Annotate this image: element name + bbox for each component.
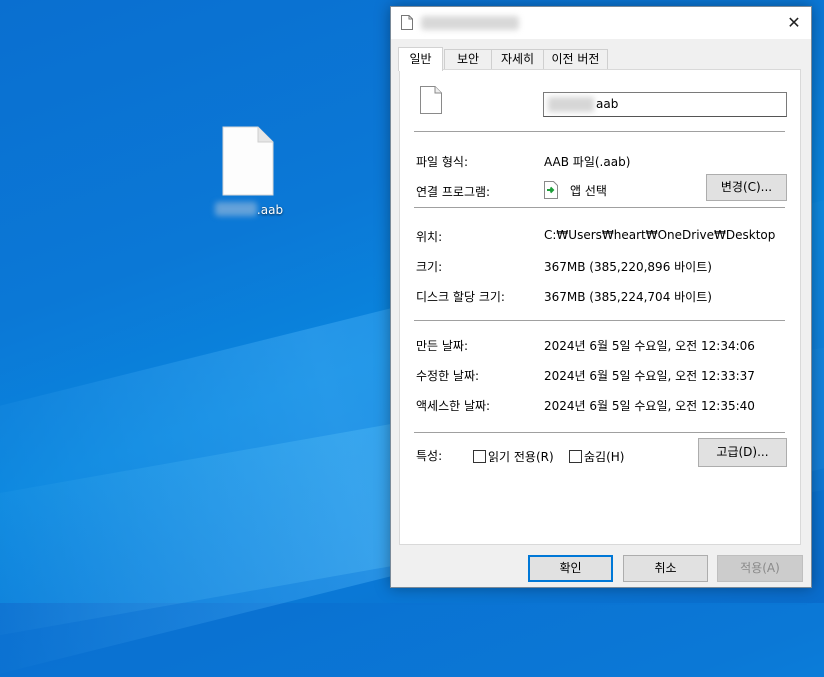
app-select-icon [544, 181, 558, 199]
separator [414, 320, 785, 321]
separator [414, 432, 785, 433]
modified-label: 수정한 날짜: [416, 369, 480, 383]
size-on-disk-value: 367MB (385,224,704 바이트) [544, 290, 712, 304]
readonly-checkbox[interactable]: 읽기 전용(R) [473, 450, 563, 464]
blank-file-icon [420, 86, 442, 114]
location-value: C:₩Users₩heart₩OneDrive₩Desktop [544, 228, 776, 242]
modified-value: 2024년 6월 5일 수요일, 오전 12:33:37 [544, 369, 755, 383]
separator [414, 131, 785, 132]
blurred-title [421, 16, 519, 30]
readonly-label: 읽기 전용(R) [488, 450, 554, 464]
checkbox-box [473, 450, 486, 463]
dialog-titlebar[interactable]: ✕ [391, 7, 811, 39]
apply-button[interactable]: 적용(A) [717, 555, 803, 582]
separator [414, 207, 785, 208]
hidden-label: 숨김(H) [584, 450, 625, 464]
attributes-label: 특성: [416, 449, 443, 463]
size-value: 367MB (385,220,896 바이트) [544, 260, 712, 274]
desktop-file-label: .aab [206, 202, 292, 217]
filename-input[interactable]: aab [543, 92, 787, 117]
cancel-button[interactable]: 취소 [623, 555, 708, 582]
blurred-filename [548, 97, 594, 112]
close-button[interactable]: ✕ [777, 7, 811, 39]
opens-with-label: 연결 프로그램: [416, 185, 491, 199]
blank-file-icon [222, 126, 274, 196]
opens-with-value: 앱 선택 [570, 184, 607, 198]
tab-previous-versions[interactable]: 이전 버전 [543, 49, 608, 69]
tab-general[interactable]: 일반 [398, 47, 443, 71]
checkbox-box [569, 450, 582, 463]
tab-security[interactable]: 보안 [444, 49, 492, 69]
general-panel: aab 파일 형식: AAB 파일(.aab) 연결 프로그램: 앱 선택 변경… [399, 69, 801, 545]
size-on-disk-label: 디스크 할당 크기: [416, 290, 505, 304]
ok-button[interactable]: 확인 [528, 555, 613, 582]
tab-details[interactable]: 자세히 [491, 49, 544, 69]
hidden-checkbox[interactable]: 숨김(H) [569, 450, 631, 464]
file-type-label: 파일 형식: [416, 155, 469, 169]
properties-dialog: ✕ 일반 보안 자세히 이전 버전 aab 파일 형식: AAB 파일(.aab… [390, 6, 812, 588]
change-button[interactable]: 변경(C)... [706, 174, 787, 201]
location-label: 위치: [416, 230, 443, 244]
created-value: 2024년 6월 5일 수요일, 오전 12:34:06 [544, 339, 755, 353]
accessed-value: 2024년 6월 5일 수요일, 오전 12:35:40 [544, 399, 755, 413]
file-type-value: AAB 파일(.aab) [544, 155, 631, 169]
advanced-button[interactable]: 고급(D)... [698, 438, 787, 467]
accessed-label: 액세스한 날짜: [416, 399, 491, 413]
close-icon: ✕ [787, 13, 801, 32]
size-label: 크기: [416, 260, 443, 274]
desktop-file-icon[interactable]: .aab [206, 126, 292, 217]
created-label: 만든 날짜: [416, 339, 469, 353]
blurred-filename [214, 202, 257, 216]
blank-file-icon [401, 15, 413, 30]
